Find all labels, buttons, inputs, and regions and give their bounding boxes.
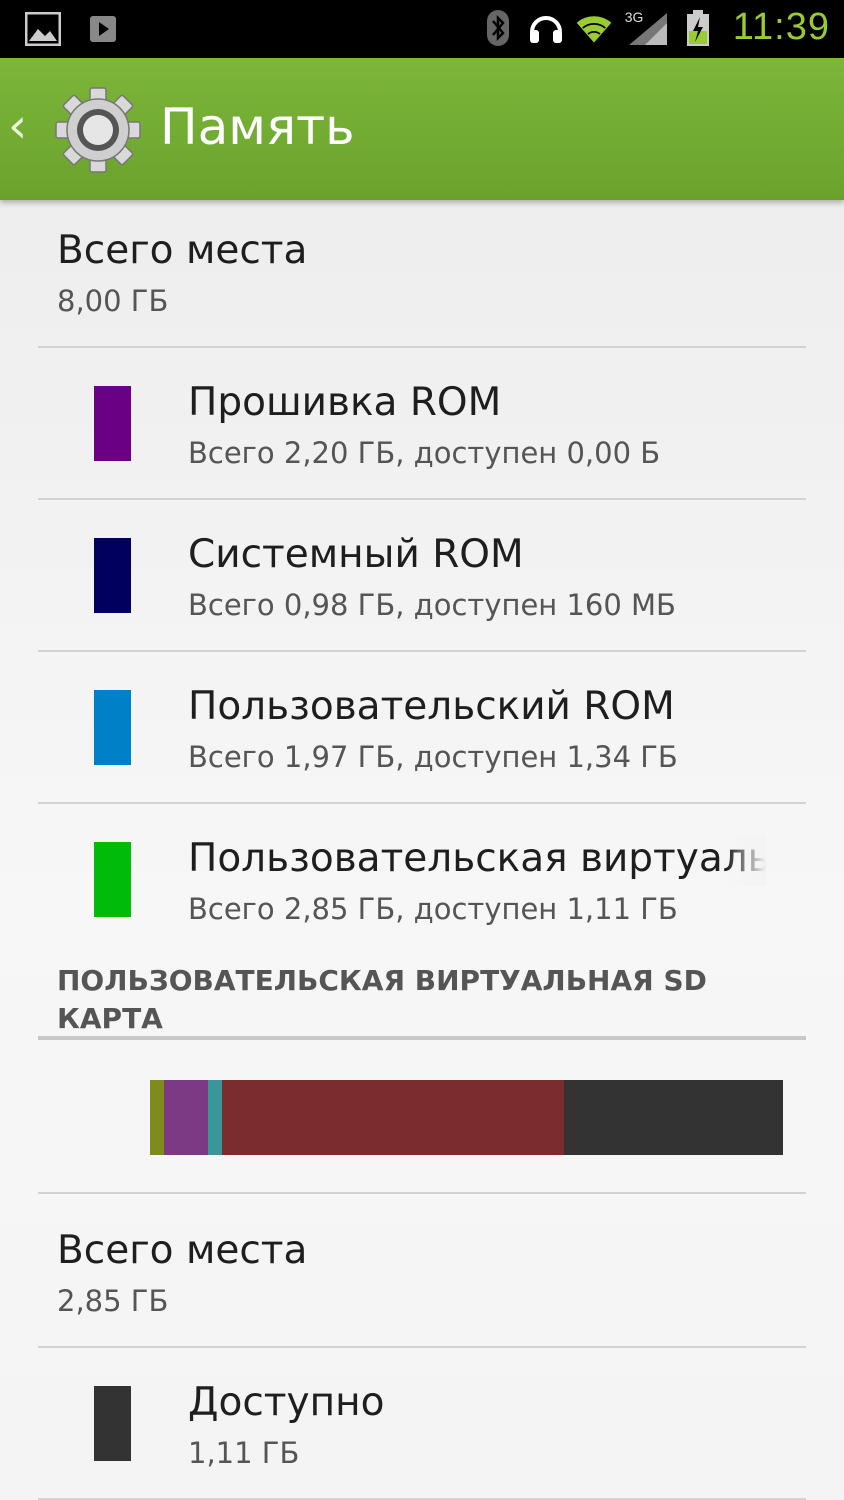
item-detail: Всего 0,98 ГБ, доступен 160 МБ (188, 588, 676, 622)
list-item-user-virtual-sd[interactable]: Пользовательская виртуальн Всего 2,85 ГБ… (38, 804, 806, 956)
back-chevron-icon[interactable]: ‹ (8, 102, 27, 150)
list-item-user-rom[interactable]: Пользовательский ROM Всего 1,97 ГБ, дост… (38, 652, 806, 804)
usage-bar-available (563, 1080, 783, 1155)
color-swatch (94, 386, 131, 461)
wifi-icon (575, 9, 613, 47)
play-store-icon (84, 10, 122, 48)
item-detail: Всего 2,20 ГБ, доступен 0,00 Б (188, 436, 661, 470)
sd-total-space-item[interactable]: Всего места 2,85 ГБ (38, 1194, 806, 1348)
signal-icon: 3G (623, 9, 669, 47)
usage-bar-segment-4 (222, 1080, 564, 1155)
color-swatch (94, 842, 131, 917)
sd-total-space-label: Всего места (57, 1228, 308, 1273)
item-label: Доступно (188, 1380, 385, 1425)
gallery-icon (24, 10, 62, 48)
clock: 11:39 (732, 6, 830, 48)
section-header-sd-card: ПОЛЬЗОВАТЕЛЬСКАЯ ВИРТУАЛЬНАЯ SD КАРТА (57, 964, 707, 1035)
settings-gear-icon[interactable] (54, 86, 142, 174)
total-space-item[interactable]: Всего места 8,00 ГБ (38, 200, 806, 348)
color-swatch (94, 1386, 131, 1461)
item-label: Прошивка ROM (188, 380, 502, 425)
network-type-label: 3G (624, 8, 644, 25)
item-detail: Всего 1,97 ГБ, доступен 1,34 ГБ (188, 740, 678, 774)
item-label-text: Пользовательская виртуальн (188, 836, 766, 881)
list-item-available[interactable]: Доступно 1,11 ГБ (38, 1348, 806, 1500)
usage-bar-segment-1 (150, 1080, 164, 1155)
item-label: Системный ROM (188, 532, 524, 577)
action-bar: ‹ Память (0, 58, 844, 200)
sd-total-space-value: 2,85 ГБ (57, 1284, 169, 1318)
color-swatch (94, 538, 131, 613)
page-title: Память (160, 98, 355, 156)
usage-bar-segment-3 (208, 1080, 223, 1155)
total-space-label: Всего места (57, 228, 308, 273)
bluetooth-icon (479, 9, 517, 47)
headset-icon (527, 9, 565, 47)
storage-usage-bar (150, 1080, 783, 1155)
item-detail: Всего 2,85 ГБ, доступен 1,11 ГБ (188, 892, 678, 926)
usage-bar-segment-2 (163, 1080, 209, 1155)
list-item-firmware-rom[interactable]: Прошивка ROM Всего 2,20 ГБ, доступен 0,0… (38, 348, 806, 500)
item-detail: 1,11 ГБ (188, 1436, 300, 1470)
status-bar: 3G 11:39 (0, 0, 844, 58)
battery-charging-icon (679, 9, 717, 47)
color-swatch (94, 690, 131, 765)
total-space-value: 8,00 ГБ (57, 284, 169, 318)
item-label: Пользовательский ROM (188, 684, 675, 729)
list-item-system-rom[interactable]: Системный ROM Всего 0,98 ГБ, доступен 16… (38, 500, 806, 652)
item-label: Пользовательская виртуальн (188, 836, 766, 886)
